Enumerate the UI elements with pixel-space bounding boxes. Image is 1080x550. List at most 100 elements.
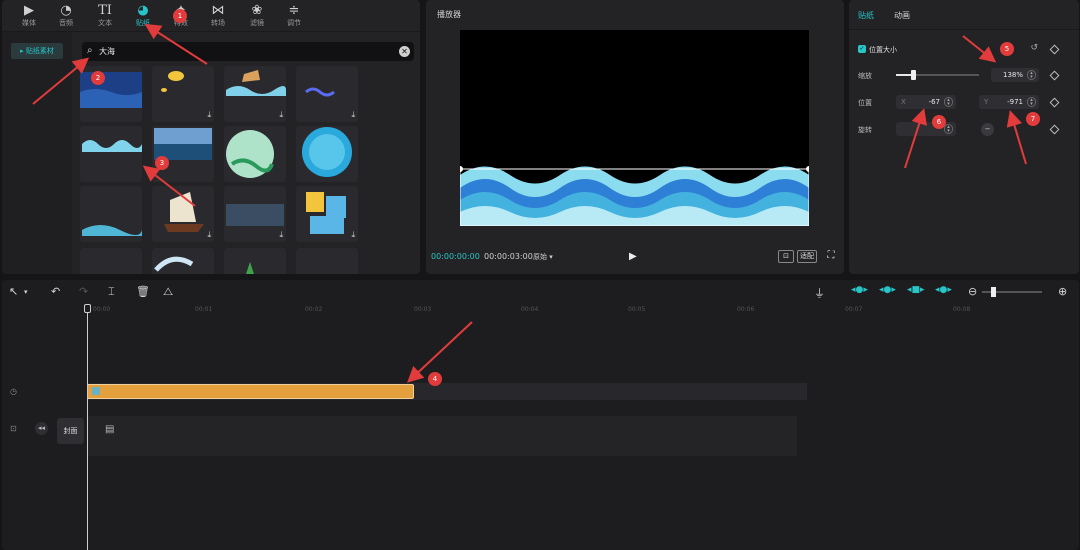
- tool-filter[interactable]: ❀ 滤镜: [242, 2, 272, 32]
- sticker-search: ⌕ ✕: [82, 42, 414, 61]
- zoom-slider[interactable]: [982, 287, 1042, 297]
- link-main-track-icon[interactable]: ◂●▸: [851, 285, 868, 295]
- sticker-tile[interactable]: [80, 66, 142, 122]
- waveform-button[interactable]: ⊡: [778, 250, 794, 263]
- sticker-tile[interactable]: ⤓: [296, 66, 358, 122]
- preview-axis-icon[interactable]: ◂●▸: [935, 285, 952, 295]
- download-icon[interactable]: ⤓: [279, 230, 283, 240]
- main-video-track[interactable]: ▤: [87, 416, 797, 456]
- tool-text[interactable]: TI 文本: [90, 2, 120, 32]
- download-icon[interactable]: ⤓: [351, 110, 355, 120]
- position-x-input[interactable]: X -67 ▴ ▾: [896, 95, 956, 109]
- tool-adjust[interactable]: ≑ 调节: [279, 2, 309, 32]
- tab-sticker[interactable]: 贴纸: [858, 10, 874, 21]
- sticker-track-icon: ◷: [10, 387, 17, 396]
- lock-track-icon[interactable]: ⊡: [10, 424, 17, 433]
- sticker-tile[interactable]: [80, 248, 142, 274]
- stars-sea-text-sticker-thumb: [306, 192, 346, 234]
- ruler-tick: 00:02: [305, 306, 323, 313]
- sticker-tile[interactable]: ⤓: [152, 186, 214, 242]
- section-title: 位置大小: [869, 46, 897, 54]
- sticker-tile[interactable]: [80, 126, 142, 182]
- rotation-input[interactable]: ▴ ▾: [896, 122, 956, 136]
- stepper-icon[interactable]: ▴ ▾: [944, 124, 953, 134]
- tool-sticker[interactable]: ◕ 贴纸: [128, 2, 158, 32]
- mute-icon[interactable]: ◂◂: [35, 422, 48, 435]
- play-icon[interactable]: ▶: [629, 251, 637, 262]
- select-cursor-icon[interactable]: ↖: [9, 285, 18, 298]
- sticker-tile[interactable]: ⤓: [152, 66, 214, 122]
- microphone-icon[interactable]: ⏚: [814, 285, 825, 301]
- sticker-tile[interactable]: ⤓: [296, 186, 358, 242]
- sticker-tile[interactable]: [296, 248, 358, 274]
- stepper-icon[interactable]: ▴ ▾: [1027, 70, 1036, 80]
- position-y-input[interactable]: Y -971 ▴ ▾: [979, 95, 1039, 109]
- zoom-in-icon[interactable]: ⊕: [1058, 285, 1067, 298]
- sticker-clip[interactable]: [87, 384, 414, 399]
- position-size-checkbox[interactable]: ✓: [858, 45, 866, 53]
- reset-icon[interactable]: ↺: [1030, 43, 1038, 53]
- film-icon: ▤: [105, 424, 115, 435]
- sticker-tile[interactable]: ⤓: [224, 186, 286, 242]
- scale-label: 缩放: [858, 72, 872, 80]
- sticker-tile[interactable]: [224, 126, 286, 182]
- chevron-down-icon[interactable]: ▾: [24, 288, 28, 296]
- delete-icon[interactable]: 🗑: [136, 285, 150, 298]
- zoom-out-icon[interactable]: ⊖: [968, 285, 977, 298]
- snap-icon[interactable]: ◂●▸: [879, 285, 896, 295]
- wave-sticker-preview: [457, 166, 812, 227]
- cover-button[interactable]: 封面: [57, 418, 84, 444]
- download-icon[interactable]: ⤓: [351, 230, 355, 240]
- fit-button[interactable]: 适配: [797, 250, 817, 263]
- scale-slider[interactable]: [896, 70, 979, 80]
- sticker-tile[interactable]: [296, 126, 358, 182]
- rotation-dial-icon[interactable]: −: [981, 123, 994, 136]
- search-icon: ⌕: [87, 45, 93, 56]
- scale-slider-knob[interactable]: [911, 70, 917, 80]
- clear-search-icon[interactable]: ✕: [399, 46, 410, 57]
- link-icon[interactable]: ◂■▸: [907, 285, 925, 295]
- media-icon: ▶: [24, 3, 34, 18]
- zoom-slider-knob[interactable]: [991, 287, 996, 297]
- sticker-tile[interactable]: [152, 126, 214, 182]
- mirror-icon[interactable]: ⧍: [163, 285, 173, 299]
- materials-sidebar: ▸ 贴纸素材: [2, 32, 72, 274]
- download-icon[interactable]: ⤓: [207, 110, 211, 120]
- redo-icon[interactable]: ↷: [79, 285, 88, 298]
- tool-media[interactable]: ▶ 媒体: [14, 2, 44, 32]
- tool-audio[interactable]: ◔ 音频: [51, 2, 81, 32]
- scale-input[interactable]: 138% ▴ ▾: [991, 68, 1039, 82]
- sidebar-item-sticker-materials[interactable]: ▸ 贴纸素材: [11, 43, 63, 59]
- sticker-tile[interactable]: ⤓: [224, 66, 286, 122]
- keyframe-icon[interactable]: [1049, 44, 1060, 55]
- ship-sticker-thumb: [164, 192, 204, 232]
- fullscreen-icon[interactable]: ⛶: [824, 250, 838, 263]
- playhead-handle[interactable]: [84, 304, 91, 313]
- ruler-tick: 00:03: [414, 306, 432, 313]
- split-icon[interactable]: ⌶: [108, 285, 115, 299]
- keyframe-icon[interactable]: [1049, 70, 1060, 81]
- download-icon[interactable]: ⤓: [279, 110, 283, 120]
- keyframe-icon[interactable]: [1049, 124, 1060, 135]
- cloud-sea-sticker-thumb: [226, 204, 284, 226]
- undo-icon[interactable]: ↶: [51, 285, 60, 298]
- stepper-icon[interactable]: ▴ ▾: [1027, 97, 1036, 107]
- filter-icon: ❀: [251, 3, 263, 18]
- sticker-tile[interactable]: [80, 186, 142, 242]
- time-ruler[interactable]: 00:00 00:01 00:02 00:03 00:04 00:05 00:0…: [2, 304, 1079, 318]
- player-panel: 播放器 00:00:00:00 00:00:03:00 原始 ▾ ▶ ⊡ 适配 …: [426, 0, 844, 274]
- search-input[interactable]: [99, 44, 389, 59]
- sticker-tile[interactable]: [224, 248, 286, 274]
- fish-sticker-thumb: [161, 71, 184, 92]
- preview-canvas[interactable]: [457, 30, 812, 227]
- tab-animation[interactable]: 动画: [894, 10, 910, 21]
- sea-photo-sticker-thumb: [154, 128, 212, 160]
- download-icon[interactable]: ⤓: [207, 230, 211, 240]
- properties-panel: 贴纸 动画 ✓ 位置大小 ↺ 缩放 138% ▴ ▾ 位置 X -67 ▴ ▾ Y …: [849, 0, 1079, 274]
- tool-transition[interactable]: ⋈ 转场: [203, 2, 233, 32]
- sticker-tile[interactable]: [152, 248, 214, 274]
- playhead[interactable]: [87, 304, 88, 550]
- ratio-dropdown[interactable]: 原始 ▾: [533, 252, 553, 262]
- stepper-icon[interactable]: ▴ ▾: [944, 97, 953, 107]
- keyframe-icon[interactable]: [1049, 97, 1060, 108]
